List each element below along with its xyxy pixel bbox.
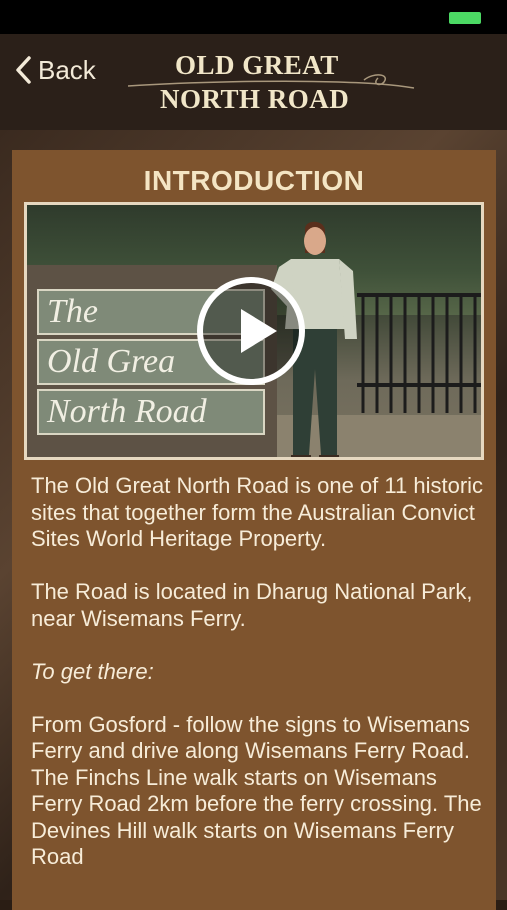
- play-button[interactable]: [197, 277, 305, 385]
- sign-text-1: The: [47, 293, 98, 330]
- paragraph-2: The Road is located in Dharug National P…: [31, 579, 473, 631]
- status-bar: [0, 0, 507, 34]
- gate-icon: [357, 293, 481, 413]
- sign-text-3: North Road: [47, 393, 207, 430]
- play-icon: [241, 309, 277, 353]
- back-label: Back: [38, 54, 96, 85]
- section-heading: INTRODUCTION: [143, 165, 365, 196]
- paragraph-3: To get there:: [31, 658, 154, 684]
- chevron-left-icon: [16, 56, 31, 84]
- introduction-text: The Old Great North Road is one of 11 hi…: [31, 473, 485, 897]
- logo-line-1: OLD GREAT: [175, 50, 339, 80]
- logo-line-2: NORTH ROAD: [160, 84, 350, 114]
- app-logo: OLD GREAT NORTH ROAD: [128, 46, 418, 126]
- sign-board-3: North Road: [37, 389, 265, 435]
- navigation-bar: Back OLD GREAT NORTH ROAD: [0, 34, 507, 130]
- video-player[interactable]: The Old Grea North Road: [24, 202, 484, 460]
- paragraph-4: From Gosford - follow the signs to Wisem…: [31, 711, 482, 870]
- sign-text-2: Old Grea: [47, 343, 176, 380]
- battery-icon: [449, 12, 481, 24]
- content-panel: INTRODUCTION The Old Grea North Road The…: [12, 150, 496, 910]
- paragraph-1: The Old Great North Road is one of 11 hi…: [31, 473, 484, 551]
- back-button[interactable]: Back: [14, 52, 96, 88]
